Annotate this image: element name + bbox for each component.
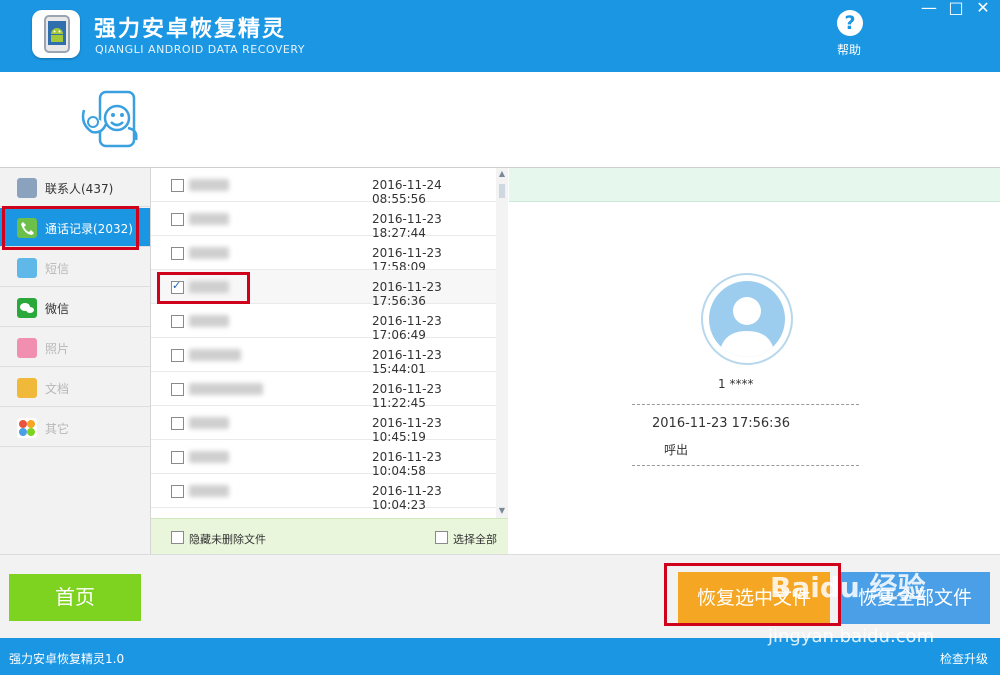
row-checkbox[interactable] [171,247,184,260]
call-datetime: 2016-11-23 10:04:23 [372,484,442,512]
mascot-icon [78,88,140,152]
list-item[interactable]: 2016-11-24 08:55:56 [151,168,496,206]
contact-number: 1 **** [718,377,754,391]
sidebar-item-other[interactable]: 其它 [0,408,150,447]
list-scrollbar[interactable]: ▲ ▼ [496,168,508,518]
sidebar-item-label: 联系人(437) [45,182,114,196]
row-checkbox[interactable] [171,315,184,328]
maximize-button[interactable]: □ [945,0,967,18]
call-log-list: 2016-11-24 08:55:56 2016-11-23 18:27:44 … [151,168,508,554]
wechat-icon [17,298,37,318]
row-checkbox[interactable] [171,485,184,498]
sidebar-item-photos[interactable]: 照片 [0,328,150,367]
highlight-box-call-log [2,206,139,250]
check-upgrade-link[interactable]: 检查升级 [940,650,988,667]
divider [632,404,859,405]
document-icon [17,378,37,398]
help-icon: ? [837,10,863,36]
contact-name-blurred [189,179,229,191]
version-label: 强力安卓恢复精灵1.0 [9,652,125,666]
sidebar-item-wechat[interactable]: 微信 [0,288,150,327]
row-checkbox[interactable] [171,179,184,192]
other-icon [17,418,37,438]
home-button[interactable]: 首页 [9,574,141,621]
app-title: 强力安卓恢复精灵 [94,17,287,42]
list-item[interactable]: 2016-11-23 18:27:44 [151,202,496,240]
sidebar-item-contacts[interactable]: 联系人(437) [0,168,150,207]
sidebar-item-sms[interactable]: 短信 [0,248,150,287]
list-item[interactable]: 2016-11-23 17:06:49 [151,304,496,342]
scroll-up-icon[interactable]: ▲ [497,169,507,179]
list-footer: 隐藏未删除文件 选择全部 [151,518,508,554]
sidebar-item-label: 文档 [45,382,70,396]
contact-name-blurred [189,315,229,327]
list-item[interactable]: 2016-11-23 15:44:01 [151,338,496,376]
list-item[interactable]: 2016-11-23 10:04:58 [151,440,496,478]
row-checkbox[interactable] [171,417,184,430]
contacts-icon [17,178,37,198]
highlight-box-selected-row [157,272,250,304]
contact-name-blurred [189,417,229,429]
close-button[interactable]: ✕ [972,0,994,18]
photo-icon [17,338,37,358]
baidu-watermark-url: jingyan.baidu.com [768,626,935,647]
detail-panel: 1 **** 2016-11-23 17:56:36 呼出 [509,168,1000,554]
contact-name-blurred [189,383,263,395]
minimize-button[interactable]: — [918,0,940,18]
sms-icon [17,258,37,278]
sidebar-item-label: 照片 [45,342,70,356]
contact-name-blurred [189,451,229,463]
avatar [701,273,793,365]
contact-name-blurred [189,485,229,497]
banner [0,72,1000,168]
row-checkbox[interactable] [171,451,184,464]
list-item[interactable]: 2016-11-23 11:22:45 [151,372,496,410]
select-all-checkbox[interactable] [435,531,448,544]
divider [632,465,859,466]
contact-name-blurred [189,213,229,225]
sidebar-item-label: 微信 [45,302,70,316]
detail-header [509,168,1000,202]
sidebar-item-label: 短信 [45,262,70,276]
baidu-watermark: Baidu 经验 [770,571,926,604]
scroll-down-icon[interactable]: ▼ [497,506,507,516]
contact-name-blurred [189,247,229,259]
help-label: 帮助 [836,43,861,57]
app-logo [32,10,80,58]
sidebar-item-documents[interactable]: 文档 [0,368,150,407]
list-item[interactable]: 2016-11-23 10:04:23 [151,474,496,512]
person-icon [709,281,785,357]
call-type: 呼出 [664,443,689,457]
call-time: 2016-11-23 17:56:36 [652,416,791,431]
contact-name-blurred [189,349,241,361]
list-item[interactable]: 2016-11-23 10:45:19 [151,406,496,444]
list-item[interactable]: 2016-11-23 17:58:09 [151,236,496,274]
sidebar-item-label: 其它 [45,422,70,436]
row-checkbox[interactable] [171,349,184,362]
app-subtitle: QIANGLI ANDROID DATA RECOVERY [95,43,305,56]
title-bar: 强力安卓恢复精灵 QIANGLI ANDROID DATA RECOVERY ?… [0,0,1000,72]
select-all-label: 选择全部 [453,533,497,546]
scroll-thumb[interactable] [499,184,505,198]
row-checkbox[interactable] [171,383,184,396]
row-checkbox[interactable] [171,213,184,226]
hide-undeleted-checkbox[interactable] [171,531,184,544]
help-button[interactable]: ? 帮助 [826,10,872,62]
hide-undeleted-label: 隐藏未删除文件 [189,533,266,546]
